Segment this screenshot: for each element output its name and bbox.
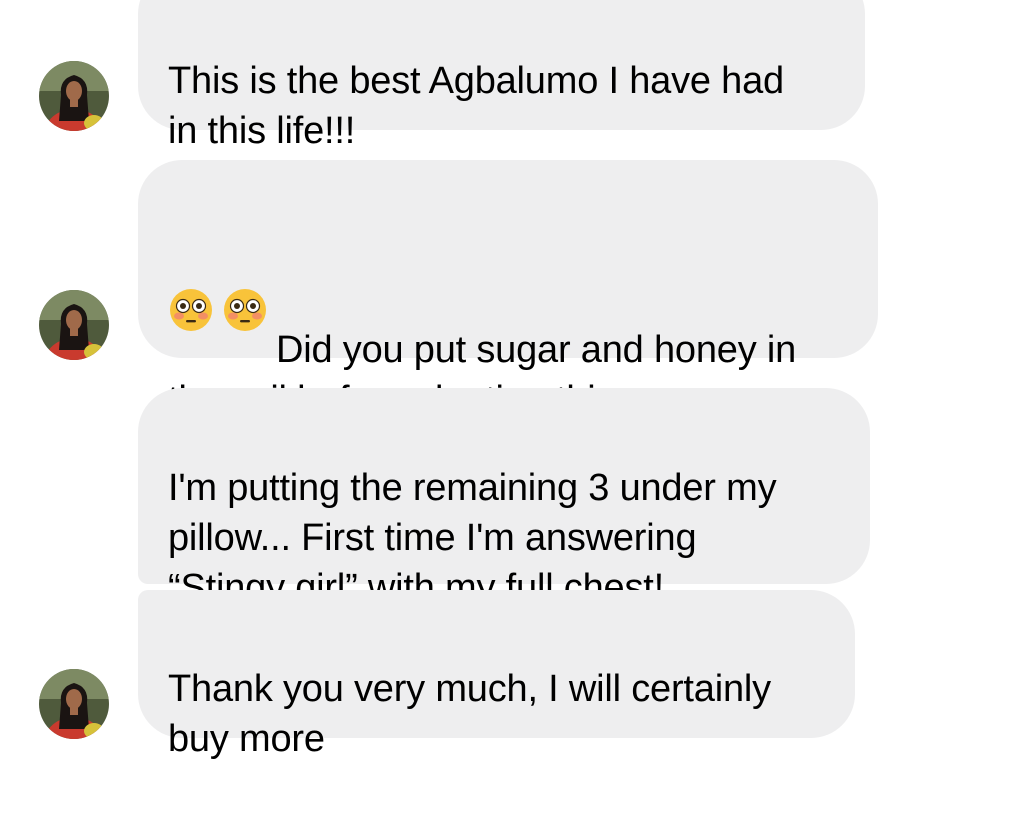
contact-avatar-icon[interactable]	[39, 669, 109, 739]
message-text: This is the best Agbalumo I have had in …	[168, 60, 784, 152]
message-bubble[interactable]: This is the best Agbalumo I have had in …	[138, 0, 865, 152]
flushed-face-icon	[168, 237, 214, 331]
message-bubble[interactable]: Thank you very much, I will certainly bu…	[138, 590, 855, 760]
contact-avatar-icon[interactable]	[39, 61, 109, 131]
contact-avatar-icon[interactable]	[39, 290, 109, 360]
message-thread: This is the best Agbalumo I have had in …	[0, 0, 1024, 760]
flushed-face-icon	[222, 237, 268, 331]
message-text: Thank you very much, I will certainly bu…	[168, 668, 771, 760]
message-bubble[interactable]: I'm putting the remaining 3 under my pil…	[138, 388, 870, 609]
message-bubble[interactable]: Did you put sugar and honey in the soil …	[138, 160, 878, 471]
